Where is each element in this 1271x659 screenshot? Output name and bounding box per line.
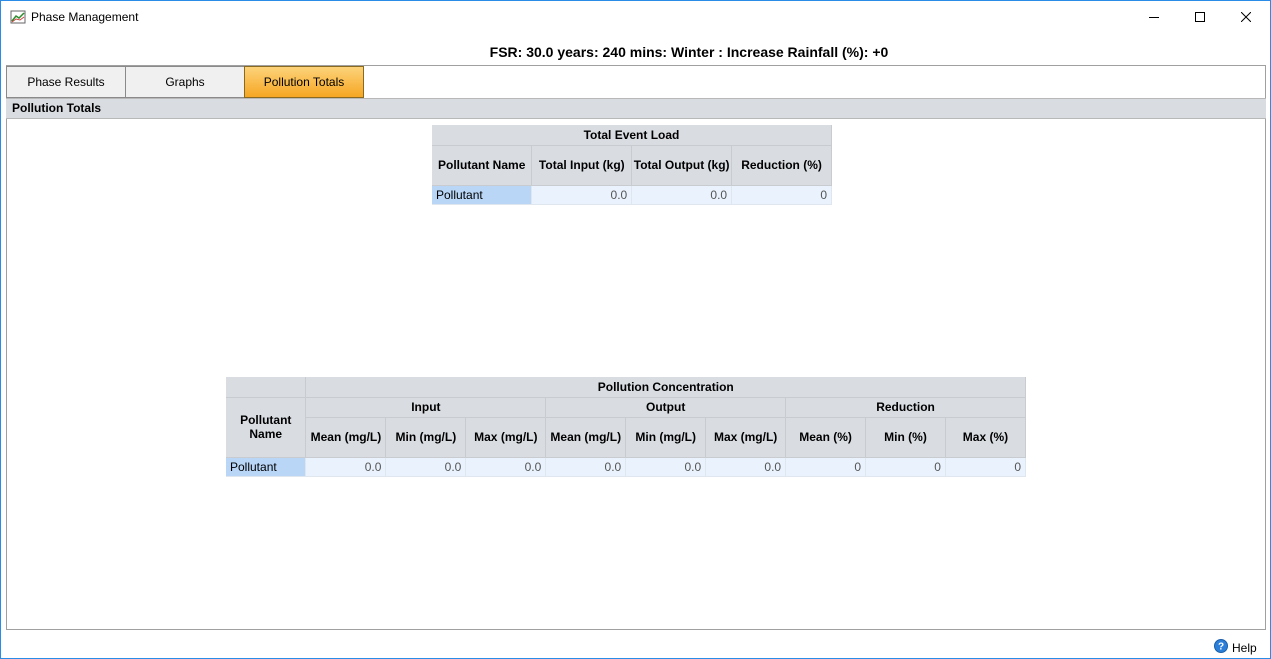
column-header[interactable]: Min (mg/L) <box>625 417 707 458</box>
reduction-cell[interactable]: 0 <box>731 185 832 205</box>
reduction-mean-cell[interactable]: 0 <box>785 457 867 477</box>
svg-text:?: ? <box>1218 642 1224 653</box>
event-load-title: Total Event Load <box>432 125 832 146</box>
reduction-max-cell[interactable]: 0 <box>945 457 1027 477</box>
minimize-button[interactable] <box>1131 1 1177 33</box>
output-max-cell[interactable]: 0.0 <box>705 457 787 477</box>
column-header[interactable]: Mean (mg/L) <box>305 417 387 458</box>
maximize-button[interactable] <box>1177 1 1223 33</box>
pollutant-name-cell[interactable]: Pollutant <box>226 457 307 477</box>
table-row[interactable]: Pollutant 0.0 0.0 0.0 0.0 0.0 0.0 0 0 0 <box>226 457 1027 477</box>
column-header[interactable]: Mean (%) <box>785 417 867 458</box>
help-label: Help <box>1232 640 1257 655</box>
input-max-cell[interactable]: 0.0 <box>465 457 547 477</box>
input-min-cell[interactable]: 0.0 <box>385 457 467 477</box>
pollutant-name-cell[interactable]: Pollutant <box>432 185 533 205</box>
column-header[interactable]: Max (%) <box>945 417 1027 458</box>
column-header[interactable]: Pollutant Name <box>226 397 307 458</box>
phase-header: FSR: 30.0 years: 240 mins: Winter : Incr… <box>489 44 889 60</box>
total-input-cell[interactable]: 0.0 <box>531 185 633 205</box>
reduction-min-cell[interactable]: 0 <box>865 457 946 477</box>
tab-pollution-totals[interactable]: Pollution Totals <box>244 66 364 98</box>
title-bar[interactable]: Phase Management <box>1 1 1270 34</box>
column-header[interactable]: Reduction (%) <box>731 145 832 186</box>
table-row[interactable]: Pollutant 0.0 0.0 0 <box>432 185 832 205</box>
total-output-cell[interactable]: 0.0 <box>631 185 733 205</box>
column-header[interactable]: Pollutant Name <box>432 145 533 186</box>
chart-icon <box>10 10 26 24</box>
column-header[interactable]: Min (mg/L) <box>385 417 467 458</box>
group-header: Reduction <box>785 397 1026 418</box>
column-header[interactable]: Total Output (kg) <box>631 145 733 186</box>
tab-phase-results[interactable]: Phase Results <box>6 66 126 98</box>
help-button[interactable]: ? Help <box>1214 639 1257 656</box>
column-header[interactable]: Max (mg/L) <box>705 417 787 458</box>
tab-graphs[interactable]: Graphs <box>125 66 245 98</box>
group-header: Output <box>545 397 787 418</box>
column-header[interactable]: Max (mg/L) <box>465 417 547 458</box>
close-button[interactable] <box>1223 1 1269 33</box>
phase-management-window: Phase Management FSR: 30.0 years: 240 mi… <box>0 0 1271 659</box>
help-icon: ? <box>1214 639 1228 656</box>
concentration-title: Pollution Concentration <box>305 377 1026 398</box>
column-header[interactable]: Min (%) <box>865 417 946 458</box>
tab-strip: Phase Results Graphs Pollution Totals <box>6 65 1266 98</box>
content-area: Total Event Load Pollutant Name Total In… <box>6 119 1266 630</box>
event-load-table: Total Event Load Pollutant Name Total In… <box>432 125 832 205</box>
section-title: Pollution Totals <box>6 98 1266 119</box>
output-mean-cell[interactable]: 0.0 <box>545 457 627 477</box>
input-mean-cell[interactable]: 0.0 <box>305 457 387 477</box>
group-header: Input <box>305 397 547 418</box>
concentration-table: Pollution Concentration Pollutant Name I… <box>226 377 1027 477</box>
window-title: Phase Management <box>31 10 139 24</box>
output-min-cell[interactable]: 0.0 <box>625 457 707 477</box>
column-header[interactable]: Mean (mg/L) <box>545 417 627 458</box>
column-header[interactable]: Total Input (kg) <box>531 145 633 186</box>
